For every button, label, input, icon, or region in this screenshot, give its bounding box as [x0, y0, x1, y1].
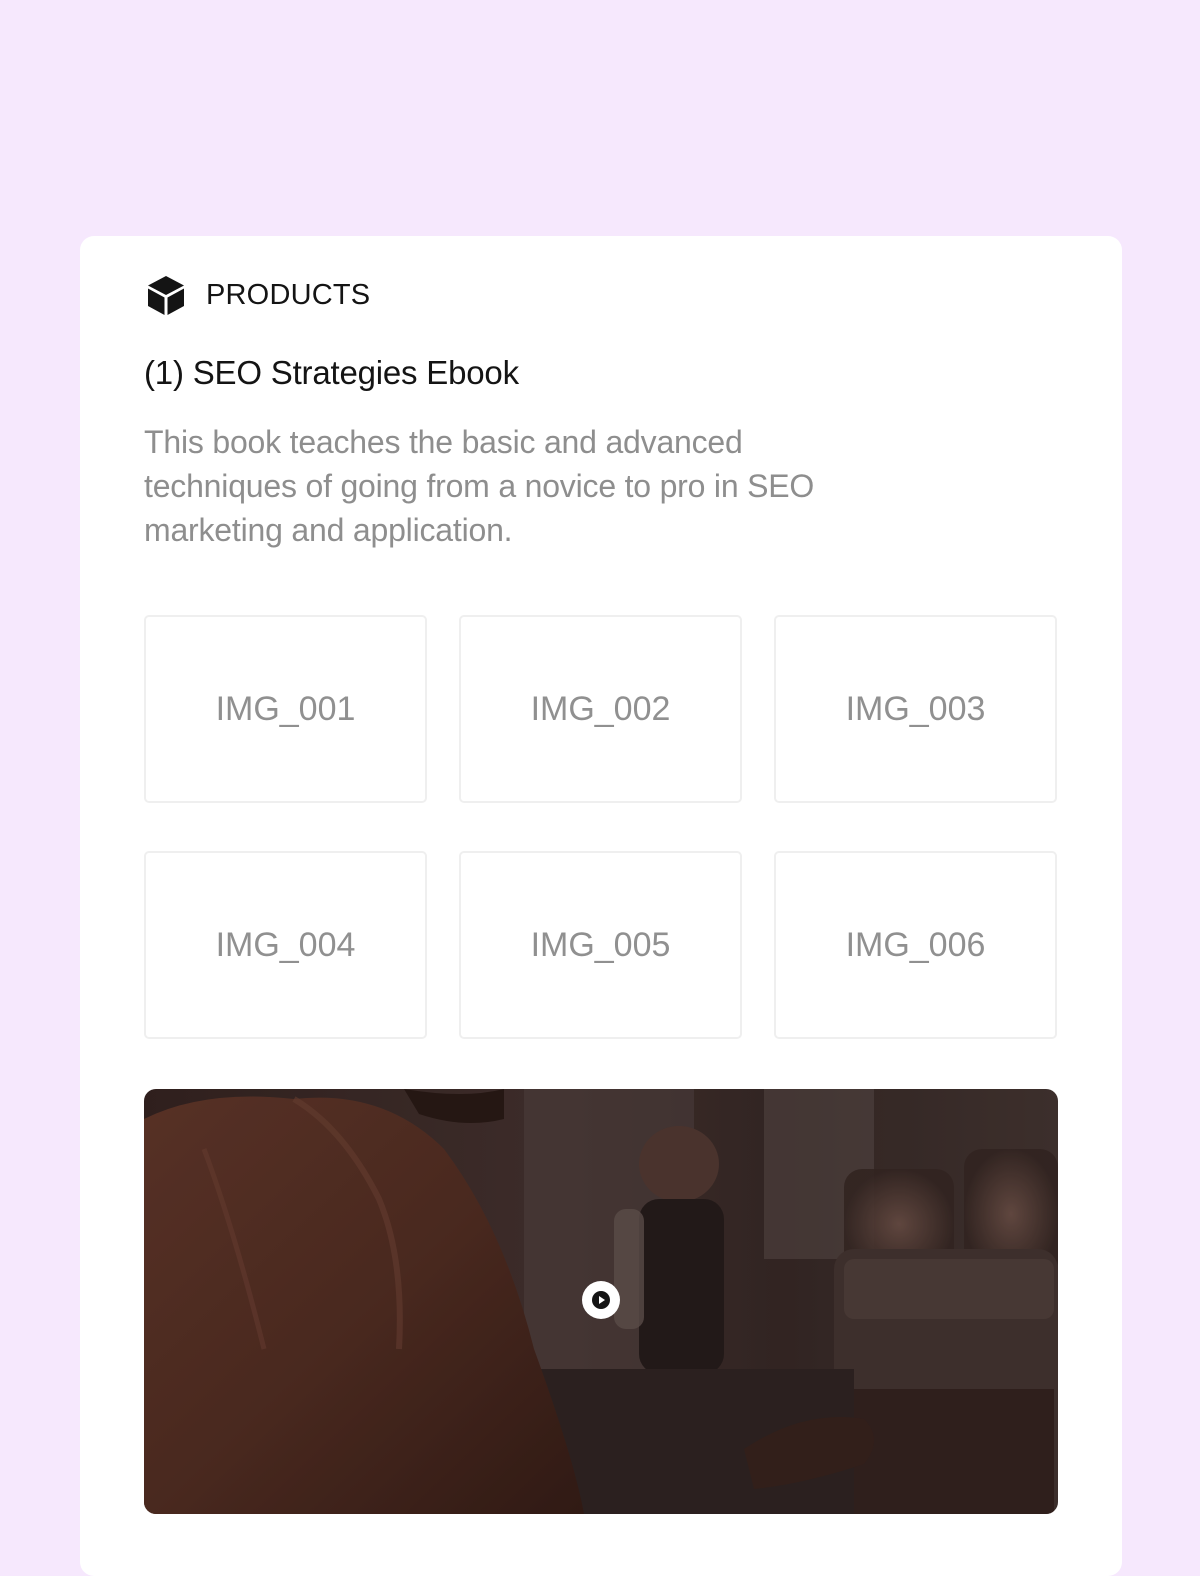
image-placeholder[interactable]: IMG_004 [144, 851, 427, 1039]
video-player[interactable] [144, 1089, 1058, 1514]
product-card: PRODUCTS (1) SEO Strategies Ebook This b… [80, 236, 1122, 1576]
image-grid: IMG_001 IMG_002 IMG_003 IMG_004 IMG_005 … [144, 615, 1058, 1039]
play-button[interactable] [582, 1281, 620, 1319]
section-header: PRODUCTS [144, 272, 370, 318]
image-placeholder[interactable]: IMG_001 [144, 615, 427, 803]
image-placeholder[interactable]: IMG_003 [774, 615, 1057, 803]
image-placeholder[interactable]: IMG_002 [459, 615, 742, 803]
box-icon [148, 276, 184, 315]
image-placeholder[interactable]: IMG_006 [774, 851, 1057, 1039]
image-placeholder[interactable]: IMG_005 [459, 851, 742, 1039]
product-description: This book teaches the basic and advanced… [144, 424, 815, 548]
product-title: (1) SEO Strategies Ebook [144, 354, 519, 391]
section-title: PRODUCTS [206, 278, 371, 311]
play-icon [592, 1291, 610, 1309]
